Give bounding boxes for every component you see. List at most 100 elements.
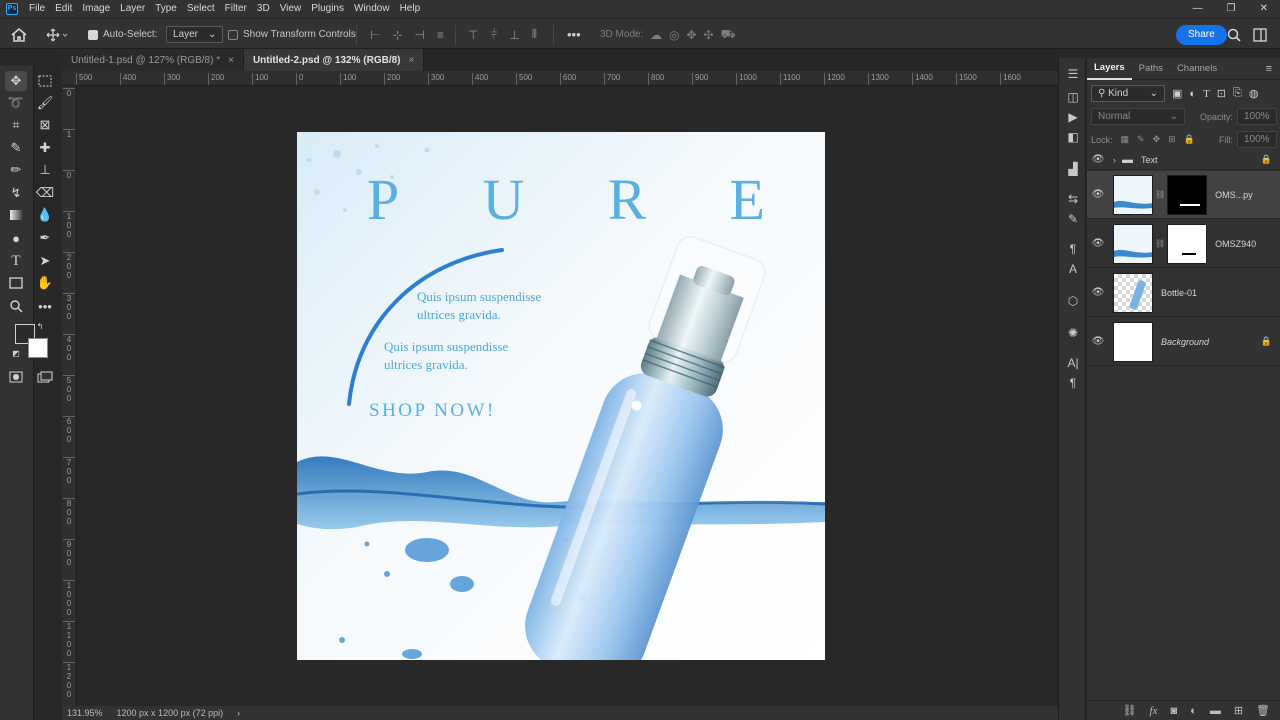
document-canvas[interactable]: P U R E Quis ipsum suspendisse ultrices …: [297, 132, 825, 660]
new-group-icon[interactable]: ▬: [1210, 705, 1221, 717]
menu-edit[interactable]: Edit: [50, 0, 77, 18]
type-tool-icon[interactable]: T: [5, 251, 27, 271]
crop-tool-icon[interactable]: ⌗: [5, 115, 27, 135]
lasso-tool-icon[interactable]: ➰: [5, 93, 27, 113]
properties-panel-icon[interactable]: ☰: [1065, 66, 1081, 82]
path-select-tool-icon[interactable]: ➤: [34, 251, 56, 271]
tab-layers[interactable]: Layers: [1087, 58, 1132, 80]
history-brush-tool-icon[interactable]: ↯: [5, 183, 27, 203]
mask-thumbnail[interactable]: [1167, 223, 1208, 264]
share-button[interactable]: Share: [1176, 24, 1227, 45]
vertical-ruler[interactable]: 0 1 0 100 200 300 400 500 600 700 800 900 1000 1100 12…: [62, 86, 77, 706]
new-layer-icon[interactable]: ⊞: [1234, 704, 1243, 717]
lock-artboard-icon[interactable]: ⊞: [1168, 134, 1176, 145]
orbit-3d-icon[interactable]: ☁: [650, 28, 662, 42]
menu-view[interactable]: View: [275, 0, 307, 18]
character-panel-icon[interactable]: A|: [1065, 355, 1081, 371]
filter-adjustment-icon[interactable]: ◐: [1189, 88, 1196, 100]
blend-mode-dropdown[interactable]: Normal ⌄: [1091, 108, 1185, 125]
status-menu-arrow[interactable]: ›: [237, 708, 240, 718]
roll-3d-icon[interactable]: ◎: [669, 28, 679, 42]
quick-mask-icon[interactable]: [5, 367, 27, 387]
menu-filter[interactable]: Filter: [220, 0, 252, 18]
fill-field[interactable]: 100%: [1237, 131, 1277, 148]
align-bottom-icon[interactable]: ⊥: [509, 28, 519, 42]
minimize-button[interactable]: —: [1181, 0, 1215, 18]
blur-tool-icon[interactable]: 💧: [34, 205, 56, 225]
eraser-tool-icon[interactable]: ⌫: [34, 183, 56, 203]
auto-select-checkbox[interactable]: Auto-Select:: [88, 19, 157, 50]
paragraph-styles-icon[interactable]: ¶: [1065, 241, 1081, 257]
workspace-icon[interactable]: [1253, 19, 1267, 50]
filter-pixel-icon[interactable]: ▣: [1172, 87, 1182, 100]
menu-help[interactable]: Help: [395, 0, 426, 18]
align-right-icon[interactable]: ⊣: [415, 28, 425, 42]
lock-image-icon[interactable]: ✎: [1137, 134, 1145, 145]
chain-link-icon[interactable]: ⛓: [1155, 239, 1165, 248]
visibility-eye-icon[interactable]: 👁: [1087, 336, 1109, 347]
maximize-button[interactable]: ❐: [1215, 0, 1248, 18]
layer-style-icon[interactable]: fx: [1150, 705, 1158, 717]
tab-untitled-2[interactable]: Untitled-2.psd @ 132% (RGB/8) ×: [243, 49, 425, 71]
menu-image[interactable]: Image: [77, 0, 115, 18]
close-window-button[interactable]: ✕: [1248, 0, 1280, 18]
default-colors-icon[interactable]: ◩: [10, 347, 22, 359]
visibility-eye-icon[interactable]: 👁: [1087, 154, 1109, 165]
distribute-h-icon[interactable]: ≡: [437, 28, 444, 42]
layer-kind-filter[interactable]: ⚲ Kind ⌄: [1091, 85, 1165, 102]
frame-tool-icon[interactable]: ⊠: [34, 115, 56, 135]
hand-tool-icon[interactable]: ✋: [34, 273, 56, 293]
auto-select-dropdown[interactable]: Layer ⌄: [166, 19, 224, 50]
horizontal-ruler[interactable]: 500 400 300 200 100 0 100 200 300 400 500 600 700 800…: [62, 71, 1058, 86]
home-icon[interactable]: [10, 19, 28, 50]
mask-thumbnail[interactable]: [1167, 174, 1208, 215]
brush-tool-icon[interactable]: ✏: [5, 160, 27, 180]
drag-3d-icon[interactable]: ✥: [686, 28, 696, 42]
more-options-button[interactable]: •••: [567, 19, 581, 50]
history-panel-icon[interactable]: ◧: [1065, 129, 1081, 145]
close-tab-icon[interactable]: ×: [228, 55, 234, 66]
align-center-h-icon[interactable]: ⊹: [392, 28, 402, 42]
layer-row-omsz940[interactable]: 👁 ⛓ OMSZ940: [1087, 220, 1280, 268]
lock-position-icon[interactable]: ✥: [1153, 134, 1161, 145]
layer-row-text-group[interactable]: 👁 › ▬ Text 🔒: [1087, 150, 1280, 170]
screen-mode-icon[interactable]: [34, 367, 56, 387]
stamp-tool-icon[interactable]: ⊥: [34, 160, 56, 180]
opacity-field[interactable]: 100%: [1237, 108, 1277, 125]
align-left-icon[interactable]: ⊢: [370, 28, 380, 42]
tab-paths[interactable]: Paths: [1132, 58, 1170, 80]
lock-transparent-icon[interactable]: ▦: [1121, 134, 1130, 145]
layer-row-background[interactable]: 👁 Background 🔒: [1087, 318, 1280, 366]
marquee-tool-icon[interactable]: [34, 71, 56, 91]
actions-play-icon[interactable]: ▶: [1065, 109, 1081, 125]
libraries-panel-icon[interactable]: ◫: [1065, 89, 1081, 105]
move-tool-icon[interactable]: [46, 19, 68, 50]
3d-panel-icon[interactable]: ⬡: [1065, 293, 1081, 309]
eyedropper-tool-icon[interactable]: ✎: [5, 138, 27, 158]
histogram-panel-icon[interactable]: ▟: [1065, 161, 1081, 177]
visibility-eye-icon[interactable]: 👁: [1087, 287, 1109, 298]
distribute-v-icon[interactable]: ⦀: [532, 27, 537, 42]
menu-layer[interactable]: Layer: [115, 0, 150, 18]
tab-channels[interactable]: Channels: [1170, 58, 1224, 80]
menu-type[interactable]: Type: [150, 0, 182, 18]
filter-shape-icon[interactable]: ⊡: [1217, 87, 1226, 100]
filter-smart-object-icon[interactable]: ⎘: [1233, 87, 1242, 100]
slide-3d-icon[interactable]: ✣: [704, 28, 714, 42]
swap-colors-icon[interactable]: ↰: [34, 320, 46, 332]
more-tools-icon[interactable]: •••: [34, 296, 56, 316]
character-styles-icon[interactable]: A: [1065, 261, 1081, 277]
menu-select[interactable]: Select: [182, 0, 220, 18]
panel-menu-icon[interactable]: ≡: [1266, 63, 1272, 75]
layer-row-oms-copy[interactable]: 👁 ⛓ OMS...py: [1087, 171, 1280, 219]
adjustment-layer-icon[interactable]: ◐: [1190, 705, 1197, 717]
layer-row-bottle[interactable]: 👁 Bottle-01: [1087, 269, 1280, 317]
search-icon[interactable]: [1227, 19, 1241, 50]
add-mask-icon[interactable]: ◙: [1171, 705, 1178, 717]
brush-settings-icon[interactable]: ✎: [1065, 211, 1081, 227]
paragraph-panel-icon[interactable]: ¶: [1065, 375, 1081, 391]
close-tab-icon[interactable]: ×: [409, 55, 415, 66]
menu-file[interactable]: File: [24, 0, 50, 18]
align-top-icon[interactable]: ⊤: [468, 28, 478, 42]
adjustments-panel-icon[interactable]: ⇆: [1065, 191, 1081, 207]
